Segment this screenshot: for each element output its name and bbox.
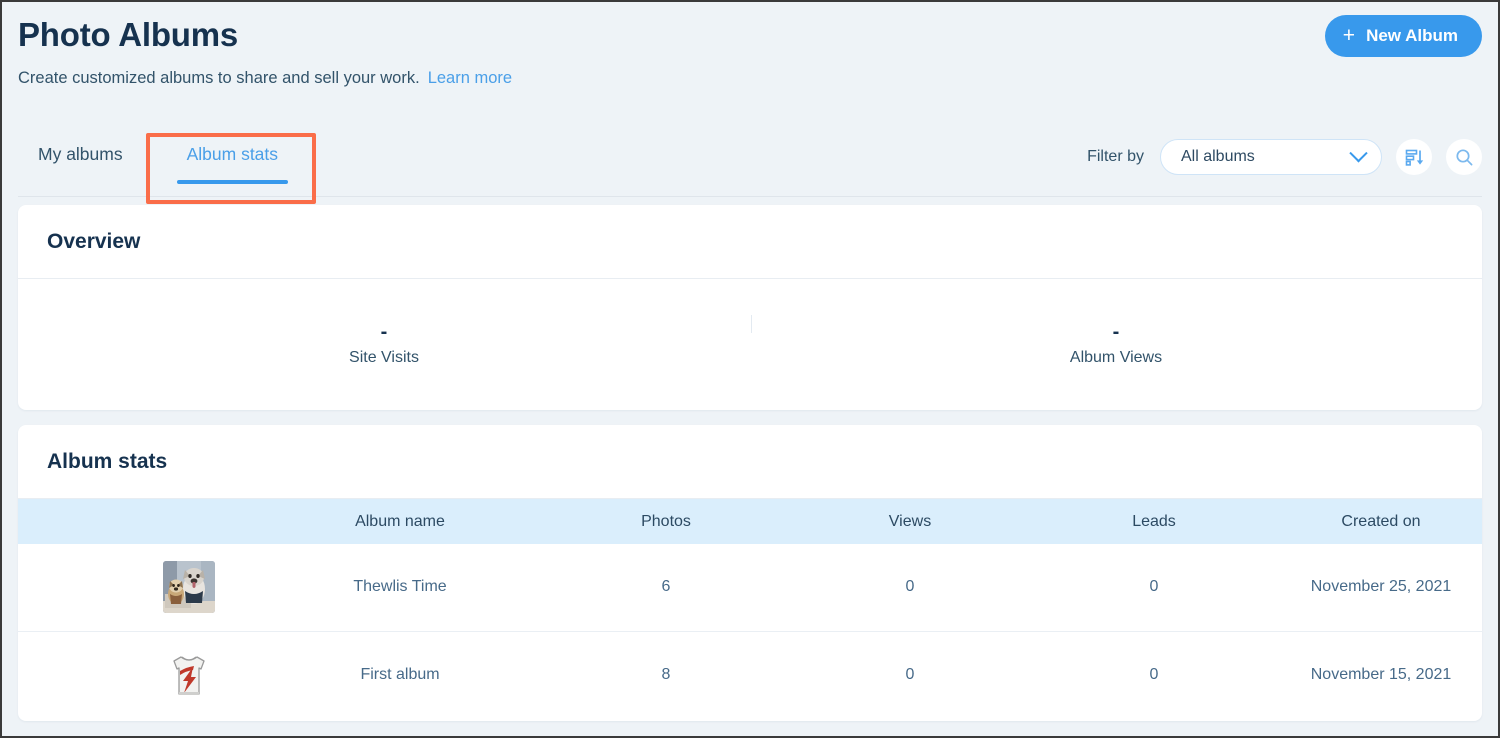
album-stats-table: Album name Photos Views Leads Created on	[18, 499, 1482, 718]
column-header-leads: Leads	[1032, 499, 1276, 544]
page-header: Photo Albums Create customized albums to…	[2, 2, 1498, 120]
tab-active-underline	[176, 180, 289, 184]
album-stats-card-title: Album stats	[18, 425, 1482, 499]
plus-icon: +	[1342, 23, 1356, 47]
subtitle-text: Create customized albums to share and se…	[18, 69, 420, 87]
album-leads-cell: 0	[1149, 665, 1159, 683]
page-subtitle: Create customized albums to share and se…	[18, 65, 512, 91]
tabs-divider	[18, 196, 1482, 197]
page-title: Photo Albums	[18, 16, 239, 53]
stat-site-visits-value: -	[380, 321, 388, 343]
album-name-cell: First album	[360, 665, 440, 683]
column-header-thumbnail	[18, 499, 256, 544]
column-header-created-on: Created on	[1276, 499, 1482, 544]
album-thumbnail-cell	[18, 631, 256, 718]
table-body: Thewlis Time 6 0 0 November 25, 2021 Fir…	[18, 544, 1482, 718]
learn-more-link[interactable]: Learn more	[428, 65, 512, 91]
sort-button[interactable]	[1396, 139, 1432, 175]
column-header-views: Views	[788, 499, 1032, 544]
new-album-button[interactable]: + New Album	[1324, 15, 1482, 57]
tab-list: My albums Album stats	[18, 126, 310, 190]
sort-descending-icon	[1405, 149, 1423, 166]
tab-my-albums[interactable]: My albums	[18, 126, 155, 190]
tab-album-stats[interactable]: Album stats	[155, 126, 310, 190]
album-filter-dropdown[interactable]: All albums	[1160, 139, 1382, 175]
stat-album-views-label: Album Views	[1069, 349, 1163, 366]
overview-card-title: Overview	[18, 205, 1482, 279]
stat-site-visits-label: Site Visits	[349, 349, 419, 366]
column-header-photos: Photos	[544, 499, 788, 544]
filter-by-label: Filter by	[1087, 148, 1144, 165]
overview-stats: - Site Visits - Album Views	[18, 279, 1482, 409]
stat-album-views-value: -	[1112, 321, 1120, 343]
two-dogs-photo-thumbnail	[163, 561, 215, 614]
search-button[interactable]	[1446, 139, 1482, 175]
table-row[interactable]: First album 8 0 0 November 15, 2021	[18, 631, 1482, 718]
filter-controls: Filter by All albums	[1087, 139, 1482, 175]
album-created-on-cell: November 15, 2021	[1310, 665, 1452, 683]
new-album-button-label: New Album	[1366, 26, 1458, 45]
album-created-on-cell: November 25, 2021	[1276, 544, 1482, 632]
table-header-row: Album name Photos Views Leads Created on	[18, 499, 1482, 544]
album-views-cell: 0	[905, 665, 915, 683]
album-filter-value: All albums	[1181, 148, 1255, 165]
column-header-album-name: Album name	[256, 499, 544, 544]
chevron-down-icon	[1349, 143, 1368, 162]
album-photos-cell: 8	[661, 665, 671, 683]
table-row[interactable]: Thewlis Time 6 0 0 November 25, 2021	[18, 544, 1482, 632]
stat-site-visits: - Site Visits	[18, 279, 750, 409]
tab-album-stats-label: Album stats	[186, 144, 279, 164]
album-stats-card: Album stats Album name Photos Views Lead…	[18, 425, 1482, 721]
search-icon	[1455, 148, 1472, 165]
overview-divider	[751, 315, 752, 333]
album-views-cell: 0	[788, 544, 1032, 632]
table-header: Album name Photos Views Leads Created on	[18, 499, 1482, 544]
album-thumbnail-cell	[18, 544, 256, 632]
tab-my-albums-label: My albums	[38, 144, 123, 164]
overview-card: Overview - Site Visits - Album Views	[18, 205, 1482, 410]
album-leads-cell: 0	[1032, 544, 1276, 632]
stat-album-views: - Album Views	[750, 279, 1482, 409]
album-photos-cell: 6	[544, 544, 788, 632]
photo-albums-page: Photo Albums Create customized albums to…	[0, 0, 1500, 738]
tank-top-lightning-bolt-thumbnail	[163, 648, 215, 701]
album-name-cell: Thewlis Time	[256, 544, 544, 632]
